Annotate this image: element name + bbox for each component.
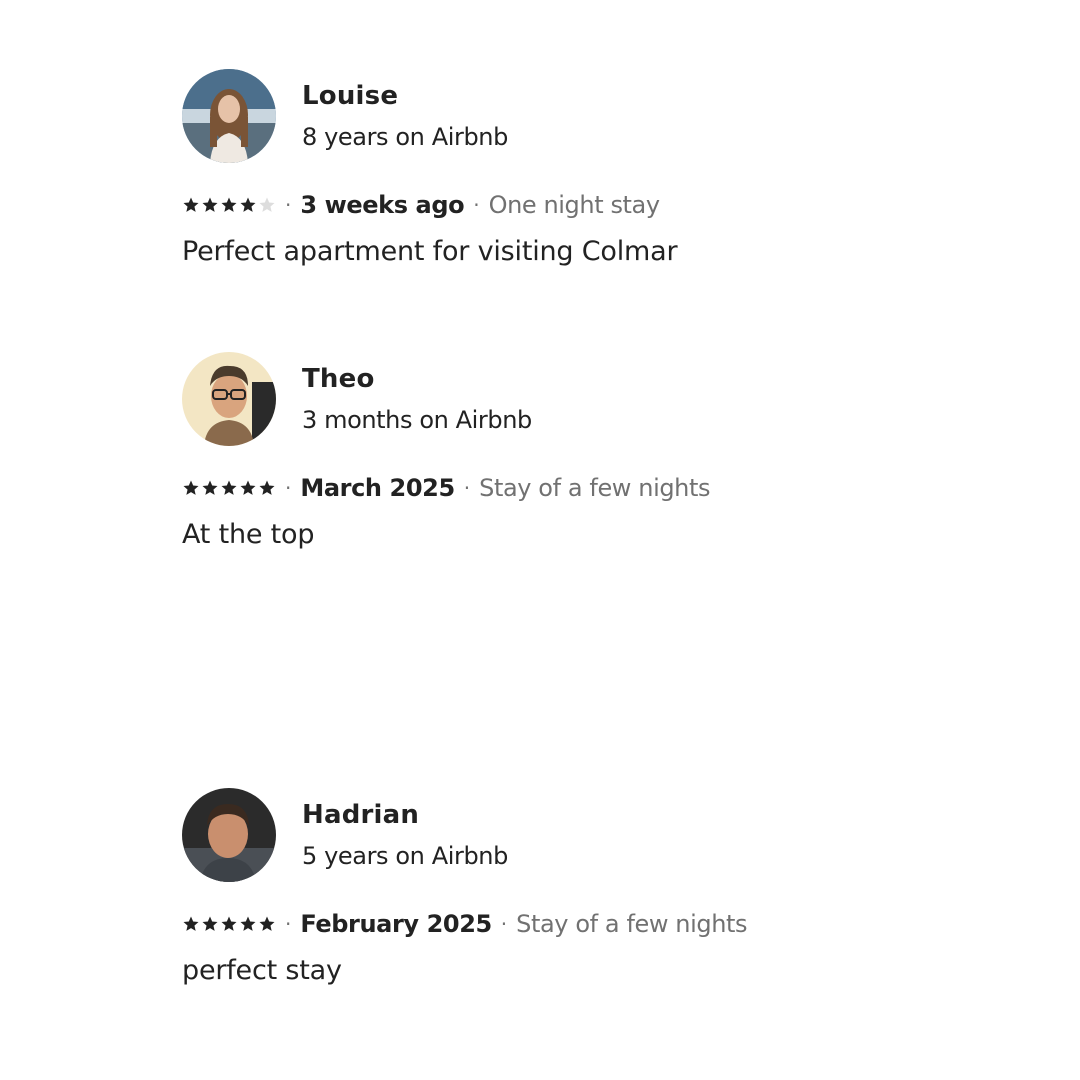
separator-dot: · xyxy=(285,476,292,500)
stay-type: Stay of a few nights xyxy=(479,474,711,502)
reviewer-name[interactable]: Louise xyxy=(302,80,508,112)
reviewer-name[interactable]: Theo xyxy=(302,363,532,395)
review-date: March 2025 xyxy=(300,474,455,502)
avatar-image xyxy=(182,352,276,446)
star-filled-icon xyxy=(221,197,237,212)
avatar[interactable] xyxy=(182,69,276,163)
star-filled-icon xyxy=(259,480,275,495)
reviewer-info: Hadrian 5 years on Airbnb xyxy=(302,799,508,871)
star-filled-icon xyxy=(240,480,256,495)
star-filled-icon xyxy=(259,916,275,931)
separator-dot: · xyxy=(463,476,471,500)
star-filled-icon xyxy=(202,197,218,212)
star-filled-icon xyxy=(202,480,218,495)
avatar-image xyxy=(182,69,276,163)
star-filled-icon xyxy=(240,197,256,212)
review-meta: · March 2025 · Stay of a few nights xyxy=(182,472,882,504)
separator-dot: · xyxy=(285,912,292,936)
star-filled-icon xyxy=(183,916,199,931)
star-rating xyxy=(182,479,276,497)
review-text: perfect stay xyxy=(182,955,342,986)
review-card: Theo 3 months on Airbnb · March 2025 · S… xyxy=(182,352,882,552)
reviewer-tenure: 5 years on Airbnb xyxy=(302,842,508,870)
star-filled-icon xyxy=(240,916,256,931)
review-date: 3 weeks ago xyxy=(300,191,465,219)
separator-dot: · xyxy=(285,193,292,217)
star-rating xyxy=(182,915,276,933)
star-empty-icon xyxy=(259,197,275,212)
review-meta: · February 2025 · Stay of a few nights xyxy=(182,908,882,940)
reviewer-info: Theo 3 months on Airbnb xyxy=(302,363,532,435)
separator-dot: · xyxy=(473,193,480,217)
review-header: Louise 8 years on Airbnb xyxy=(182,69,882,163)
star-filled-icon xyxy=(183,480,199,495)
avatar[interactable] xyxy=(182,788,276,882)
avatar-image xyxy=(182,788,276,882)
review-card: Hadrian 5 years on Airbnb · February 202… xyxy=(182,788,882,988)
star-filled-icon xyxy=(202,916,218,931)
review-card: Louise 8 years on Airbnb · 3 weeks ago ·… xyxy=(182,69,882,269)
star-filled-icon xyxy=(221,480,237,495)
reviewer-name[interactable]: Hadrian xyxy=(302,799,508,831)
stay-type: Stay of a few nights xyxy=(516,910,748,938)
avatar[interactable] xyxy=(182,352,276,446)
review-header: Theo 3 months on Airbnb xyxy=(182,352,882,446)
review-header: Hadrian 5 years on Airbnb xyxy=(182,788,882,882)
star-rating xyxy=(182,196,276,214)
review-text: Perfect apartment for visiting Colmar xyxy=(182,236,678,267)
review-meta: · 3 weeks ago · One night stay xyxy=(182,189,882,221)
reviewer-tenure: 3 months on Airbnb xyxy=(302,406,532,434)
stay-type: One night stay xyxy=(488,191,660,219)
review-text: At the top xyxy=(182,519,315,550)
star-filled-icon xyxy=(221,916,237,931)
reviewer-info: Louise 8 years on Airbnb xyxy=(302,80,508,152)
star-filled-icon xyxy=(183,197,199,212)
separator-dot: · xyxy=(500,912,508,936)
reviewer-tenure: 8 years on Airbnb xyxy=(302,123,508,151)
review-date: February 2025 xyxy=(300,910,492,938)
